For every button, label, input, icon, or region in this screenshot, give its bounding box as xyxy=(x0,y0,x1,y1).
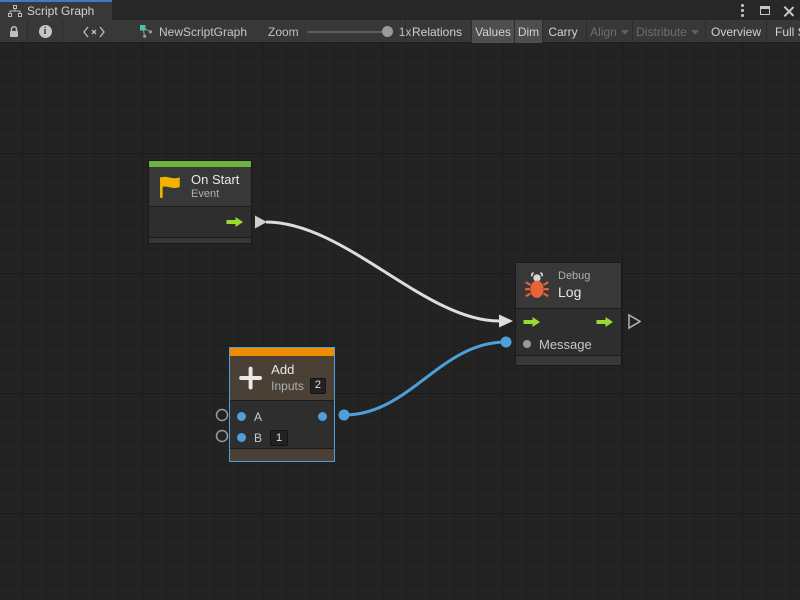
flow-output-port[interactable] xyxy=(226,216,244,228)
add-port-a-connector[interactable] xyxy=(217,410,228,421)
menu-kebab-icon[interactable] xyxy=(734,2,750,18)
port-a-dot[interactable] xyxy=(237,412,246,421)
script-graph-window: Script Graph xyxy=(0,0,800,600)
log-output-connector[interactable] xyxy=(629,315,640,328)
maximize-icon[interactable] xyxy=(757,2,773,18)
graph-canvas[interactable]: On Start Event xyxy=(0,44,800,600)
carry-button[interactable]: Carry xyxy=(542,20,583,43)
wire-add-to-message[interactable] xyxy=(344,342,506,415)
carry-label: Carry xyxy=(548,25,577,39)
onstart-output-connector[interactable] xyxy=(255,216,267,229)
values-button[interactable]: Values xyxy=(471,20,514,43)
add-footer xyxy=(230,449,334,461)
message-port-label: Message xyxy=(539,337,592,352)
message-port-dot[interactable] xyxy=(523,340,531,348)
overview-label: Overview xyxy=(711,25,761,39)
add-port-b-connector[interactable] xyxy=(217,431,228,442)
plus-icon xyxy=(238,362,263,394)
port-a-label: A xyxy=(254,410,262,424)
tab-title: Script Graph xyxy=(27,4,94,18)
node-on-start[interactable]: On Start Event xyxy=(148,160,252,244)
dim-button[interactable]: Dim xyxy=(514,20,542,43)
graph-asset-icon xyxy=(140,25,153,38)
window-controls xyxy=(734,0,796,20)
close-icon[interactable] xyxy=(780,2,796,18)
debug-log-footer xyxy=(516,356,621,365)
node-debug-log[interactable]: Debug Log Message xyxy=(515,262,622,366)
add-title: Add xyxy=(271,362,326,378)
graph-name-label: NewScriptGraph xyxy=(159,25,247,39)
add-color-bar xyxy=(230,348,334,356)
zoom-slider-handle[interactable] xyxy=(382,26,393,37)
node-add[interactable]: Add Inputs 2 A B 1 xyxy=(229,347,335,462)
debug-log-title: Log xyxy=(558,284,590,302)
graph-breadcrumb[interactable]: NewScriptGraph xyxy=(140,20,247,43)
on-start-title: On Start xyxy=(191,172,239,188)
chevron-down-icon xyxy=(621,30,629,35)
debug-log-body: Message xyxy=(516,308,621,356)
flow-input-port[interactable] xyxy=(523,316,541,328)
tab-script-graph[interactable]: Script Graph xyxy=(0,0,112,20)
values-label: Values xyxy=(475,25,511,39)
wire-layer xyxy=(0,44,800,600)
add-header: Add Inputs 2 xyxy=(230,356,334,400)
debug-log-category: Debug xyxy=(558,270,590,284)
relations-button[interactable]: Relations xyxy=(405,20,468,43)
bug-icon xyxy=(524,272,550,300)
window-titlebar: Script Graph xyxy=(0,0,800,20)
on-start-header: On Start Event xyxy=(149,167,251,206)
info-button[interactable] xyxy=(27,20,62,43)
on-start-body xyxy=(149,206,251,238)
graph-toolbar: NewScriptGraph Zoom 1x Relations Values … xyxy=(0,20,800,43)
info-icon xyxy=(39,25,52,38)
debug-log-header: Debug Log xyxy=(516,263,621,308)
zoom-slider-track[interactable] xyxy=(307,31,391,33)
align-label: Align xyxy=(590,25,617,39)
port-b-dot[interactable] xyxy=(237,433,246,442)
overview-button[interactable]: Overview xyxy=(705,20,766,43)
zoom-label: Zoom xyxy=(268,25,299,39)
on-start-subtitle: Event xyxy=(191,188,239,202)
log-input-arrowhead xyxy=(499,315,513,328)
relations-label: Relations xyxy=(412,25,462,39)
lock-button[interactable] xyxy=(0,20,27,43)
distribute-label: Distribute xyxy=(636,25,687,39)
port-b-label: B xyxy=(254,431,262,445)
flow-output-port[interactable] xyxy=(596,316,614,328)
distribute-button[interactable]: Distribute xyxy=(632,20,702,43)
port-b-value-field[interactable]: 1 xyxy=(270,430,288,446)
dim-label: Dim xyxy=(518,25,539,39)
wire-onstart-to-log[interactable] xyxy=(266,222,499,321)
lock-icon xyxy=(8,25,20,38)
full-screen-button[interactable]: Full Screen xyxy=(766,20,800,43)
full-screen-label: Full Screen xyxy=(775,25,800,39)
chevron-down-icon xyxy=(691,30,699,35)
add-body: A B 1 xyxy=(230,400,334,449)
on-start-footer xyxy=(149,238,251,243)
inputs-label: Inputs xyxy=(271,379,304,394)
inputs-count-field[interactable]: 2 xyxy=(310,378,326,394)
align-button[interactable]: Align xyxy=(586,20,632,43)
flag-icon xyxy=(157,174,183,200)
add-output-dot[interactable] xyxy=(318,412,327,421)
code-view-icon xyxy=(83,26,105,38)
script-graph-tab-icon xyxy=(8,5,22,17)
message-input-connector[interactable] xyxy=(501,337,512,348)
zoom-control: Zoom 1x xyxy=(268,20,411,43)
code-view-button[interactable] xyxy=(62,20,124,43)
add-output-connector[interactable] xyxy=(339,410,350,421)
